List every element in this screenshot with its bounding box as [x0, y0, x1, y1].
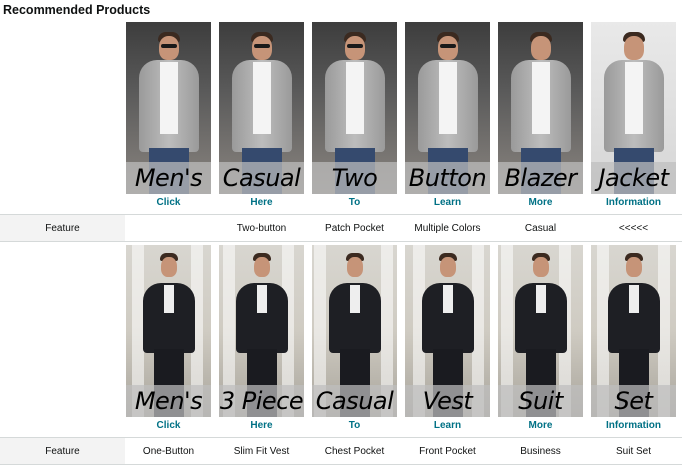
feature-value: Slim Fit Vest: [233, 445, 290, 457]
product-card[interactable]: 3 Piece Here: [219, 245, 304, 431]
product-link[interactable]: Information: [591, 420, 676, 431]
product-overlay-text: Vest: [405, 385, 490, 417]
product-overlay-text: Casual: [219, 162, 304, 194]
product-link[interactable]: Learn: [405, 420, 490, 431]
product-grid-row-2: Men's Click 3 Piece Here Casual To Vest …: [126, 245, 682, 431]
product-card[interactable]: Set Information: [591, 245, 676, 431]
product-card[interactable]: Men's Click: [126, 22, 211, 208]
product-image[interactable]: Set: [591, 245, 676, 417]
product-overlay-text: Casual: [312, 385, 397, 417]
feature-value: Suit Set: [615, 445, 652, 457]
product-card[interactable]: Two To: [312, 22, 397, 208]
product-link[interactable]: Information: [591, 197, 676, 208]
product-link[interactable]: To: [312, 420, 397, 431]
product-card[interactable]: Casual Here: [219, 22, 304, 208]
product-image[interactable]: Casual: [312, 245, 397, 417]
product-image[interactable]: Vest: [405, 245, 490, 417]
feature-value: <<<<<: [618, 222, 649, 234]
feature-value: One-Button: [142, 445, 195, 457]
feature-value: Casual: [524, 222, 557, 234]
feature-row-1: Feature Two-button Patch Pocket Multiple…: [0, 214, 682, 242]
product-image[interactable]: Suit: [498, 245, 583, 417]
product-card[interactable]: Suit More: [498, 245, 583, 431]
product-card[interactable]: Button Learn: [405, 22, 490, 208]
product-card[interactable]: Blazer More: [498, 22, 583, 208]
feature-value: Chest Pocket: [324, 445, 385, 457]
product-link[interactable]: Here: [219, 197, 304, 208]
product-image[interactable]: Men's: [126, 245, 211, 417]
product-overlay-text: 3 Piece: [219, 385, 304, 417]
feature-value: Patch Pocket: [325, 222, 384, 234]
feature-value: Two-button: [236, 222, 287, 234]
product-card[interactable]: Men's Click: [126, 245, 211, 431]
product-overlay-text: Men's: [126, 385, 211, 417]
product-overlay-text: Set: [591, 385, 676, 417]
feature-row-2: Feature One-Button Slim Fit Vest Chest P…: [0, 437, 682, 465]
product-link[interactable]: Click: [126, 420, 211, 431]
product-link[interactable]: To: [312, 197, 397, 208]
product-overlay-text: Blazer: [498, 162, 583, 194]
product-overlay-text: Button: [405, 162, 490, 194]
product-image[interactable]: Two: [312, 22, 397, 194]
product-link[interactable]: More: [498, 420, 583, 431]
product-card[interactable]: Vest Learn: [405, 245, 490, 431]
feature-value: Business: [520, 445, 561, 457]
product-image[interactable]: Button: [405, 22, 490, 194]
product-link[interactable]: Here: [219, 420, 304, 431]
product-overlay-text: Men's: [126, 162, 211, 194]
feature-value: [126, 215, 211, 241]
product-card[interactable]: Jacket Information: [591, 22, 676, 208]
feature-value: Multiple Colors: [414, 222, 481, 234]
product-grid-row-1: Men's Click Casual Here Two To Button Le…: [126, 22, 682, 208]
feature-label: Feature: [0, 215, 125, 241]
product-image[interactable]: Casual: [219, 22, 304, 194]
product-overlay-text: Two: [312, 162, 397, 194]
product-image[interactable]: Men's: [126, 22, 211, 194]
product-card[interactable]: Casual To: [312, 245, 397, 431]
product-overlay-text: Jacket: [591, 162, 676, 194]
section-title: Recommended Products: [3, 3, 151, 17]
product-link[interactable]: More: [498, 197, 583, 208]
product-image[interactable]: Blazer: [498, 22, 583, 194]
product-link[interactable]: Click: [126, 197, 211, 208]
feature-value: Front Pocket: [419, 445, 476, 457]
product-image[interactable]: Jacket: [591, 22, 676, 194]
product-image[interactable]: 3 Piece: [219, 245, 304, 417]
product-overlay-text: Suit: [498, 385, 583, 417]
product-link[interactable]: Learn: [405, 197, 490, 208]
feature-label: Feature: [0, 438, 125, 464]
